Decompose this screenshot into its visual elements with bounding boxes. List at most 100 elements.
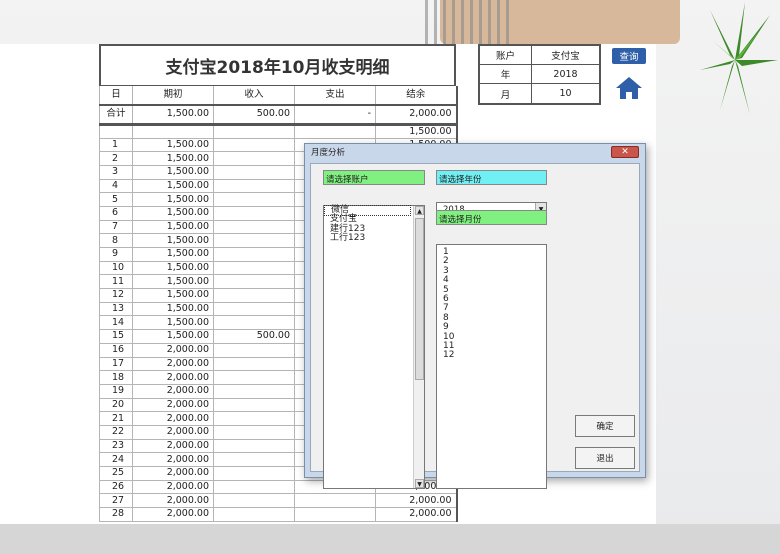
opening-cell[interactable]: 1,500.00: [132, 233, 214, 248]
day-cell[interactable]: 5: [99, 192, 133, 207]
day-cell[interactable]: 10: [99, 260, 133, 276]
opening-cell[interactable]: 1,500.00: [132, 329, 214, 344]
day-cell[interactable]: 28: [99, 507, 133, 522]
income-cell[interactable]: [213, 301, 295, 317]
day-cell[interactable]: 19: [99, 383, 133, 399]
opening-cell[interactable]: 1,500.00: [132, 192, 214, 207]
blank-cell[interactable]: [213, 123, 295, 139]
opening-cell[interactable]: 2,000.00: [132, 438, 214, 454]
blank-cell[interactable]: [294, 123, 376, 139]
opening-cell[interactable]: 1,500.00: [132, 151, 214, 166]
day-cell[interactable]: 4: [99, 178, 133, 194]
income-cell[interactable]: [213, 288, 295, 303]
scroll-up-icon[interactable]: ▲: [415, 206, 424, 215]
income-cell[interactable]: [213, 452, 295, 467]
opening-cell[interactable]: 1,500.00: [132, 315, 214, 331]
opening-cell[interactable]: 2,000.00: [132, 507, 214, 522]
income-cell[interactable]: [213, 479, 295, 495]
day-cell[interactable]: 12: [99, 288, 133, 303]
summary-opening[interactable]: 1,500.00: [132, 104, 214, 126]
day-cell[interactable]: 11: [99, 274, 133, 290]
day-cell[interactable]: 16: [99, 342, 133, 358]
income-cell[interactable]: [213, 424, 295, 440]
day-cell[interactable]: 27: [99, 493, 133, 509]
day-cell[interactable]: 22: [99, 424, 133, 440]
day-cell[interactable]: 1: [99, 137, 133, 153]
list-item[interactable]: 工行123: [324, 233, 424, 243]
day-cell[interactable]: 20: [99, 397, 133, 413]
balance-cell[interactable]: 2,000.00: [375, 507, 458, 522]
summary-label[interactable]: 合计: [99, 104, 133, 126]
summary-balance[interactable]: 2,000.00: [375, 104, 458, 126]
day-cell[interactable]: 6: [99, 205, 133, 221]
income-cell[interactable]: [213, 164, 295, 180]
income-cell[interactable]: [213, 247, 295, 262]
day-cell[interactable]: 13: [99, 301, 133, 317]
list-item[interactable]: 6: [437, 294, 546, 304]
income-cell[interactable]: [213, 411, 295, 426]
summary-expense[interactable]: -: [294, 104, 376, 126]
scroll-thumb[interactable]: [415, 218, 424, 380]
income-cell[interactable]: [213, 178, 295, 194]
opening-cell[interactable]: 2,000.00: [132, 411, 214, 426]
list-item[interactable]: 12: [437, 351, 546, 361]
opening-cell[interactable]: 2,000.00: [132, 383, 214, 399]
summary-income[interactable]: 500.00: [213, 104, 295, 126]
list-item[interactable]: 4: [437, 275, 546, 285]
scroll-down-icon[interactable]: ▼: [415, 479, 424, 488]
opening-cell[interactable]: 2,000.00: [132, 424, 214, 440]
opening-cell[interactable]: 1,500.00: [132, 260, 214, 276]
home-icon[interactable]: [614, 75, 644, 101]
list-item[interactable]: 8: [437, 313, 546, 323]
month-listbox[interactable]: 1 2 3 4 5 6 7 8 9 10 11 12: [436, 244, 547, 489]
list-item[interactable]: 7: [437, 304, 546, 314]
income-cell[interactable]: [213, 315, 295, 331]
income-cell[interactable]: [213, 219, 295, 235]
day-cell[interactable]: 21: [99, 411, 133, 426]
income-cell[interactable]: [213, 274, 295, 290]
month-value[interactable]: 10: [532, 84, 599, 103]
expense-cell[interactable]: [294, 507, 376, 522]
opening-cell[interactable]: 1,500.00: [132, 178, 214, 194]
account-value[interactable]: 支付宝: [532, 46, 599, 64]
income-cell[interactable]: [213, 383, 295, 399]
day-cell[interactable]: 18: [99, 370, 133, 385]
income-cell[interactable]: [213, 151, 295, 166]
opening-cell[interactable]: 2,000.00: [132, 370, 214, 385]
query-button[interactable]: 查询: [612, 48, 646, 64]
day-cell[interactable]: 2: [99, 151, 133, 166]
close-icon[interactable]: ✕: [611, 146, 639, 158]
list-item[interactable]: 3: [437, 266, 546, 276]
opening-cell[interactable]: 1,500.00: [132, 274, 214, 290]
day-cell[interactable]: 23: [99, 438, 133, 454]
year-value[interactable]: 2018: [532, 65, 599, 83]
day-cell[interactable]: 24: [99, 452, 133, 467]
day-cell[interactable]: 17: [99, 356, 133, 372]
day-cell[interactable]: 26: [99, 479, 133, 495]
income-cell[interactable]: [213, 356, 295, 372]
blank-cell[interactable]: [132, 123, 214, 139]
day-cell[interactable]: 15: [99, 329, 133, 344]
account-scrollbar[interactable]: ▲ ▼: [413, 206, 424, 488]
income-cell[interactable]: [213, 192, 295, 207]
exit-button[interactable]: 退出: [575, 447, 635, 469]
balance-cell[interactable]: 2,000.00: [375, 493, 458, 509]
income-cell[interactable]: [213, 493, 295, 509]
opening-cell[interactable]: 2,000.00: [132, 452, 214, 467]
ok-button[interactable]: 确定: [575, 415, 635, 437]
opening-cell[interactable]: 1,500.00: [132, 301, 214, 317]
income-cell[interactable]: [213, 260, 295, 276]
income-cell[interactable]: [213, 397, 295, 413]
day-cell[interactable]: 25: [99, 466, 133, 481]
account-listbox[interactable]: 微信 支付宝 建行123 工行123 ▲ ▼: [323, 204, 425, 489]
opening-cell[interactable]: 2,000.00: [132, 342, 214, 358]
opening-cell[interactable]: 1,500.00: [132, 288, 214, 303]
day-cell[interactable]: 14: [99, 315, 133, 331]
day-cell[interactable]: 7: [99, 219, 133, 235]
opening-cell[interactable]: 1,500.00: [132, 205, 214, 221]
income-cell[interactable]: [213, 205, 295, 221]
opening-cell[interactable]: 1,500.00: [132, 164, 214, 180]
day-cell[interactable]: 9: [99, 247, 133, 262]
opening-cell[interactable]: 1,500.00: [132, 219, 214, 235]
income-cell[interactable]: [213, 438, 295, 454]
